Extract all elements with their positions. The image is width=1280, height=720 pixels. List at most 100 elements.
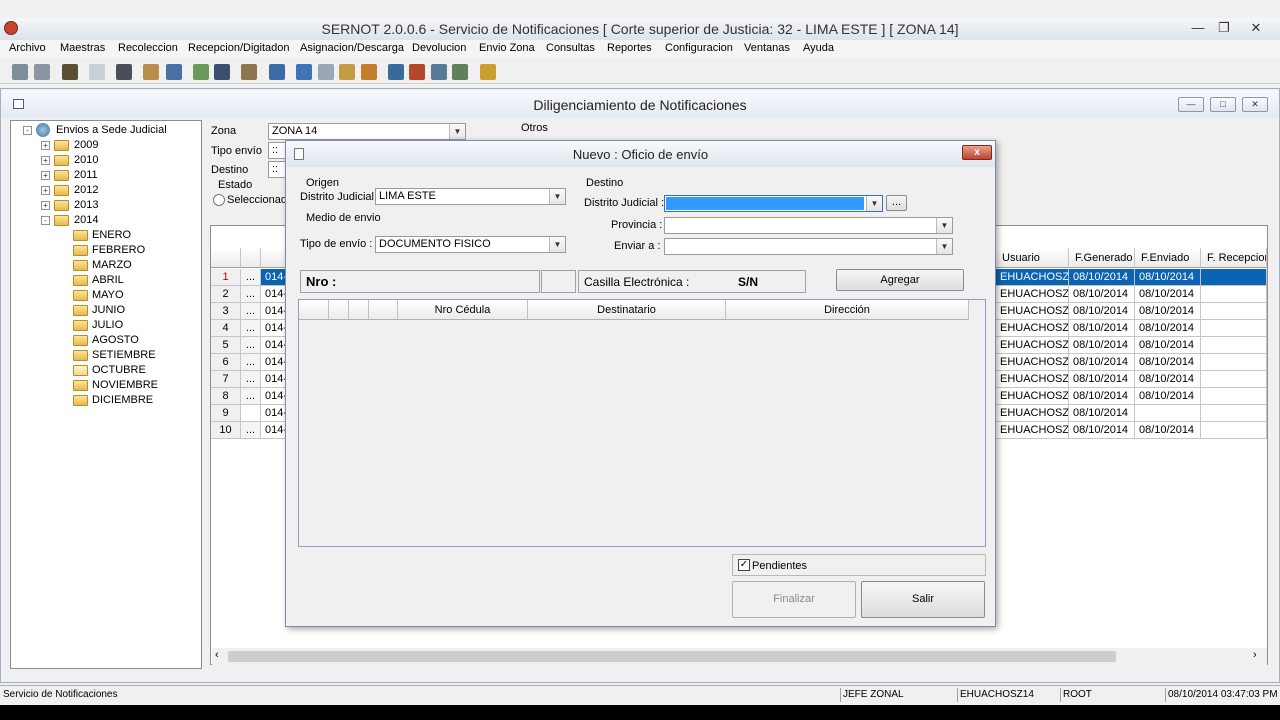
expand-icon[interactable]: + bbox=[41, 171, 50, 180]
tree-month[interactable]: MAYO bbox=[92, 289, 124, 301]
minimize-icon[interactable]: — bbox=[1186, 20, 1210, 35]
tree-year[interactable]: 2010 bbox=[74, 154, 98, 166]
tree-year[interactable]: 2014 bbox=[74, 214, 98, 226]
expand-icon[interactable]: + bbox=[41, 141, 50, 150]
tree-root[interactable]: Envios a Sede Judicial bbox=[56, 124, 167, 136]
row-detail-button[interactable]: ... bbox=[241, 320, 261, 337]
tree-month[interactable]: FEBRERO bbox=[92, 244, 145, 256]
expand-icon[interactable]: + bbox=[41, 201, 50, 210]
film-icon[interactable] bbox=[116, 64, 132, 80]
grid-header-usuario[interactable]: Usuario bbox=[996, 248, 1069, 268]
chart-icon[interactable] bbox=[431, 64, 447, 80]
pendientes-checkbox[interactable]: ✓ bbox=[738, 559, 750, 571]
menu-envio-zona[interactable]: Envio Zona bbox=[479, 42, 535, 54]
menu-recepcion[interactable]: Recepcion/Digitadon bbox=[188, 42, 290, 54]
tree-month[interactable]: MARZO bbox=[92, 259, 132, 271]
browse-button[interactable]: ... bbox=[886, 195, 907, 211]
tree-icon[interactable] bbox=[452, 64, 468, 80]
tipo-envio-select[interactable]: DOCUMENTO FISICO ▼ bbox=[375, 236, 566, 253]
exit-icon[interactable] bbox=[480, 64, 496, 80]
child-minimize-button[interactable]: — bbox=[1178, 97, 1204, 112]
group-icon[interactable] bbox=[241, 64, 257, 80]
collapse-icon[interactable]: - bbox=[23, 126, 32, 135]
seleccionado-radio[interactable] bbox=[213, 194, 225, 206]
menu-ayuda[interactable]: Ayuda bbox=[803, 42, 834, 54]
collapse-icon[interactable]: - bbox=[41, 216, 50, 225]
window-icon[interactable] bbox=[318, 64, 334, 80]
box-icon[interactable] bbox=[269, 64, 285, 80]
restore-icon[interactable]: ❐ bbox=[1212, 20, 1236, 36]
menu-reportes[interactable]: Reportes bbox=[607, 42, 652, 54]
agregar-button[interactable]: Agregar bbox=[836, 269, 964, 291]
finalizar-button[interactable]: Finalizar bbox=[732, 581, 856, 618]
chevron-down-icon[interactable]: ▼ bbox=[549, 189, 565, 204]
menu-asignacion[interactable]: Asignacion/Descarga bbox=[300, 42, 404, 54]
column-nro-cedula[interactable]: Nro Cédula bbox=[398, 300, 528, 320]
tree-year[interactable]: 2013 bbox=[74, 199, 98, 211]
salir-button[interactable]: Salir bbox=[861, 581, 985, 618]
tree-view[interactable]: - Envios a Sede Judicial + 2009 + 2010 +… bbox=[10, 120, 202, 669]
row-detail-button[interactable]: ... bbox=[241, 303, 261, 320]
users-icon[interactable] bbox=[193, 64, 209, 80]
menu-maestras[interactable]: Maestras bbox=[60, 42, 105, 54]
row-detail-button[interactable]: ... bbox=[241, 388, 261, 405]
database-icon[interactable] bbox=[12, 64, 28, 80]
tree-month[interactable]: DICIEMBRE bbox=[92, 394, 153, 406]
table-icon[interactable] bbox=[339, 64, 355, 80]
child-restore-button[interactable]: □ bbox=[1210, 97, 1236, 112]
expand-icon[interactable]: + bbox=[41, 156, 50, 165]
destinatarios-grid[interactable]: Nro Cédula Destinatario Dirección bbox=[298, 299, 986, 547]
dialog-close-button[interactable]: x bbox=[962, 145, 992, 160]
tools-icon[interactable] bbox=[143, 64, 159, 80]
column-direccion[interactable]: Dirección bbox=[726, 300, 969, 320]
distrito-select[interactable]: LIMA ESTE ▼ bbox=[375, 188, 566, 205]
tree-month[interactable]: NOVIEMBRE bbox=[92, 379, 158, 391]
horizontal-scrollbar[interactable]: ‹ › bbox=[212, 648, 1267, 665]
grid-header-generado[interactable]: F.Generado bbox=[1069, 248, 1135, 268]
tree-year[interactable]: 2011 bbox=[74, 169, 98, 181]
tree-month[interactable]: ABRIL bbox=[92, 274, 124, 286]
scroll-right-icon[interactable]: › bbox=[1253, 649, 1257, 661]
menu-archivo[interactable]: Archivo bbox=[9, 42, 46, 54]
grid-header-recepcion[interactable]: F. Recepcior bbox=[1201, 248, 1267, 268]
chevron-down-icon[interactable]: ▼ bbox=[549, 237, 565, 252]
chevron-down-icon[interactable]: ▼ bbox=[936, 239, 952, 254]
row-detail-button[interactable]: ... bbox=[241, 286, 261, 303]
column-destinatario[interactable]: Destinatario bbox=[528, 300, 726, 320]
enviar-select[interactable]: ▼ bbox=[664, 238, 953, 255]
chevron-down-icon[interactable]: ▼ bbox=[936, 218, 952, 233]
tree-month[interactable]: JULIO bbox=[92, 319, 123, 331]
row-detail-button[interactable]: ... bbox=[241, 371, 261, 388]
tree-month[interactable]: ENERO bbox=[92, 229, 131, 241]
chevron-down-icon[interactable]: ▼ bbox=[449, 124, 465, 139]
menu-devolucion[interactable]: Devolucion bbox=[412, 42, 466, 54]
child-close-button[interactable]: ✕ bbox=[1242, 97, 1268, 112]
printer-icon[interactable] bbox=[62, 64, 78, 80]
row-detail-button[interactable]: ... bbox=[241, 354, 261, 371]
cube-icon[interactable] bbox=[296, 64, 312, 80]
scroll-thumb[interactable] bbox=[228, 651, 1116, 662]
expand-icon[interactable]: + bbox=[41, 186, 50, 195]
row-detail-button[interactable]: ... bbox=[241, 269, 261, 286]
row-detail-button[interactable]: ... bbox=[241, 422, 261, 439]
tree-year[interactable]: 2009 bbox=[74, 139, 98, 151]
menu-configuracion[interactable]: Configuracion bbox=[665, 42, 733, 54]
menu-ventanas[interactable]: Ventanas bbox=[744, 42, 790, 54]
provincia-select[interactable]: ▼ bbox=[664, 217, 953, 234]
menu-consultas[interactable]: Consultas bbox=[546, 42, 595, 54]
tree-month[interactable]: AGOSTO bbox=[92, 334, 139, 346]
scroll-left-icon[interactable]: ‹ bbox=[215, 649, 219, 661]
refresh-icon[interactable] bbox=[361, 64, 377, 80]
row-detail-button[interactable] bbox=[241, 405, 261, 422]
grid-header-enviado[interactable]: F.Enviado bbox=[1135, 248, 1201, 268]
tree-month[interactable]: OCTUBRE bbox=[92, 364, 146, 376]
row-detail-button[interactable]: ... bbox=[241, 337, 261, 354]
download-icon[interactable] bbox=[166, 64, 182, 80]
chevron-down-icon[interactable]: ▼ bbox=[866, 196, 882, 211]
tree-month[interactable]: JUNIO bbox=[92, 304, 125, 316]
menu-recoleccion[interactable]: Recoleccion bbox=[118, 42, 178, 54]
runner-icon[interactable] bbox=[409, 64, 425, 80]
destino-distrito-select[interactable]: ▼ bbox=[664, 195, 883, 212]
document-icon[interactable] bbox=[89, 64, 105, 80]
tree-month[interactable]: SETIEMBRE bbox=[92, 349, 156, 361]
